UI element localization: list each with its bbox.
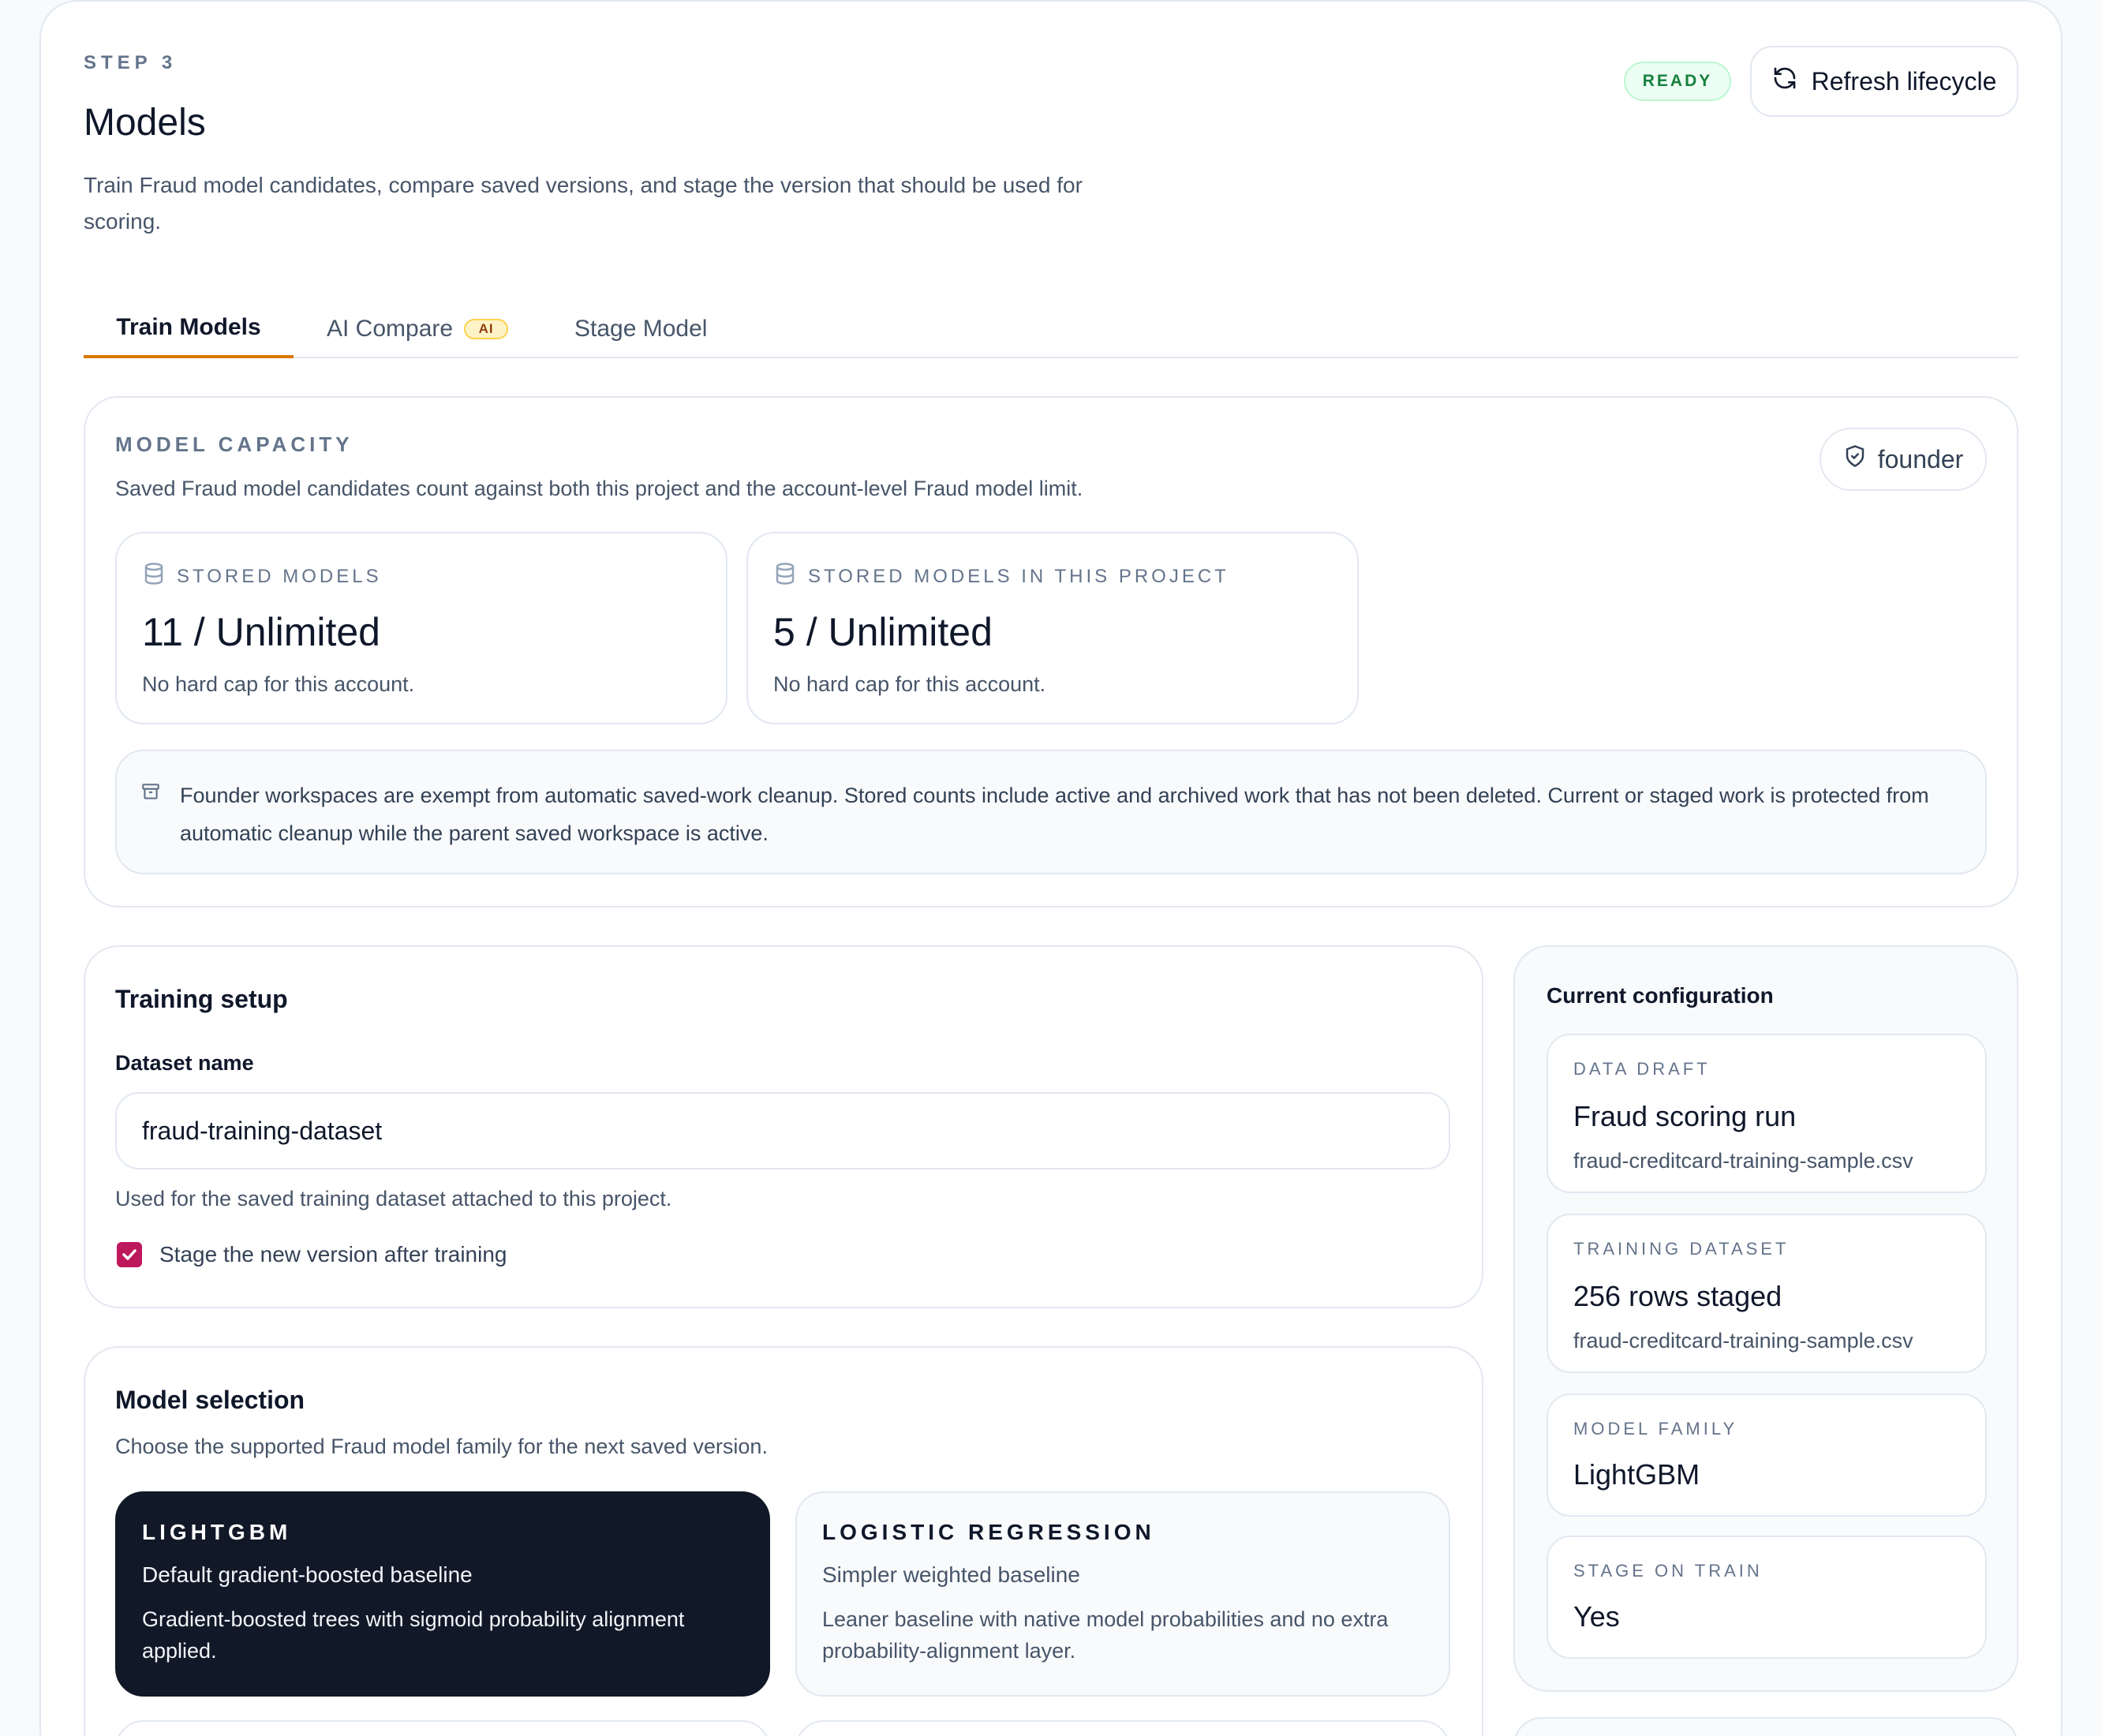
config-label: STAGE ON TRAIN bbox=[1573, 1561, 1763, 1581]
next-side-card bbox=[1513, 1717, 2018, 1736]
tab-label: Stage Model bbox=[574, 316, 708, 342]
config-value: LightGBM bbox=[1573, 1458, 1700, 1491]
page-description: Train Fraud model candidates, compare sa… bbox=[84, 173, 1083, 234]
config-file: fraud-creditcard-training-sample.csv bbox=[1573, 1149, 1913, 1173]
stored-models-project-stat: STORED MODELS IN THIS PROJECT 5 / Unlimi… bbox=[746, 532, 1359, 724]
status-badge: READY bbox=[1624, 62, 1731, 101]
dataset-name-input[interactable] bbox=[115, 1092, 1450, 1169]
config-data-draft: DATA DRAFT Fraud scoring run fraud-credi… bbox=[1547, 1034, 1987, 1193]
cleanup-info-text: Founder workspaces are exempt from autom… bbox=[180, 784, 1929, 845]
model-option-name: LOGISTIC REGRESSION bbox=[822, 1520, 1155, 1544]
capacity-description: Saved Fraud model candidates count again… bbox=[115, 477, 1083, 500]
stage-after-training-checkbox[interactable] bbox=[117, 1242, 142, 1267]
model-tabs: Train Models AI Compare AI Stage Model bbox=[84, 300, 2018, 358]
stat-label-text: STORED MODELS IN THIS PROJECT bbox=[808, 565, 1229, 587]
shield-icon bbox=[1843, 444, 1867, 474]
config-file: fraud-creditcard-training-sample.csv bbox=[1573, 1329, 1913, 1353]
model-option-name: LIGHTGBM bbox=[142, 1520, 292, 1544]
config-value: Yes bbox=[1573, 1600, 1620, 1633]
tab-label: AI Compare bbox=[327, 316, 454, 342]
model-option-description: Leaner baseline with native model probab… bbox=[822, 1607, 1389, 1663]
model-option-card[interactable] bbox=[115, 1720, 770, 1736]
model-option-description: Gradient-boosted trees with sigmoid prob… bbox=[142, 1607, 685, 1663]
tab-train-models[interactable]: Train Models bbox=[84, 300, 294, 358]
stat-note: No hard cap for this account. bbox=[142, 672, 415, 696]
stat-value: 5 / Unlimited bbox=[773, 610, 993, 654]
step-label: STEP 3 bbox=[84, 52, 178, 73]
model-option-subtitle: Default gradient-boosted baseline bbox=[142, 1562, 473, 1587]
model-option-card[interactable] bbox=[795, 1720, 1450, 1736]
stat-label: STORED MODELS IN THIS PROJECT bbox=[773, 562, 1229, 591]
tab-stage-model[interactable]: Stage Model bbox=[574, 300, 707, 358]
config-label: MODEL FAMILY bbox=[1573, 1419, 1738, 1439]
config-value: Fraud scoring run bbox=[1573, 1100, 1797, 1132]
config-stage-on-train: STAGE ON TRAIN Yes bbox=[1547, 1536, 1987, 1659]
page-title: Models bbox=[84, 102, 206, 144]
dataset-name-label: Dataset name bbox=[115, 1051, 254, 1075]
model-option-subtitle: Simpler weighted baseline bbox=[822, 1562, 1080, 1587]
stat-label: STORED MODELS bbox=[142, 562, 382, 591]
tab-label: Train Models bbox=[116, 314, 261, 340]
refresh-lifecycle-button[interactable]: Refresh lifecycle bbox=[1750, 46, 2018, 117]
capacity-title: MODEL CAPACITY bbox=[115, 432, 353, 456]
dataset-helper-text: Used for the saved training dataset atta… bbox=[115, 1187, 672, 1210]
stored-models-stat: STORED MODELS 11 / Unlimited No hard cap… bbox=[115, 532, 727, 724]
stage-after-training-label[interactable]: Stage the new version after training bbox=[159, 1242, 507, 1267]
database-icon bbox=[142, 562, 166, 591]
role-label: founder bbox=[1877, 444, 1964, 473]
database-icon bbox=[773, 562, 797, 591]
training-setup-title: Training setup bbox=[115, 985, 288, 1013]
model-option-logistic-regression[interactable]: LOGISTIC REGRESSION Simpler weighted bas… bbox=[795, 1491, 1450, 1697]
tab-ai-compare[interactable]: AI Compare AI bbox=[327, 300, 509, 358]
config-value: 256 rows staged bbox=[1573, 1280, 1782, 1312]
archive-icon bbox=[140, 781, 161, 806]
refresh-lifecycle-label: Refresh lifecycle bbox=[1811, 66, 1997, 95]
config-label: TRAINING DATASET bbox=[1573, 1239, 1790, 1259]
stat-note: No hard cap for this account. bbox=[773, 672, 1046, 696]
stat-label-text: STORED MODELS bbox=[177, 565, 382, 587]
role-badge: founder bbox=[1820, 428, 1987, 491]
stat-value: 11 / Unlimited bbox=[142, 610, 380, 654]
model-option-lightgbm[interactable]: LIGHTGBM Default gradient-boosted baseli… bbox=[115, 1491, 770, 1697]
config-training-dataset: TRAINING DATASET 256 rows staged fraud-c… bbox=[1547, 1214, 1987, 1373]
config-model-family: MODEL FAMILY LightGBM bbox=[1547, 1394, 1987, 1517]
ai-badge: AI bbox=[464, 319, 509, 339]
refresh-icon bbox=[1772, 65, 1797, 97]
model-selection-description: Choose the supported Fraud model family … bbox=[115, 1435, 768, 1458]
config-label: DATA DRAFT bbox=[1573, 1059, 1711, 1079]
current-configuration-title: Current configuration bbox=[1547, 983, 1774, 1008]
model-selection-title: Model selection bbox=[115, 1386, 305, 1414]
